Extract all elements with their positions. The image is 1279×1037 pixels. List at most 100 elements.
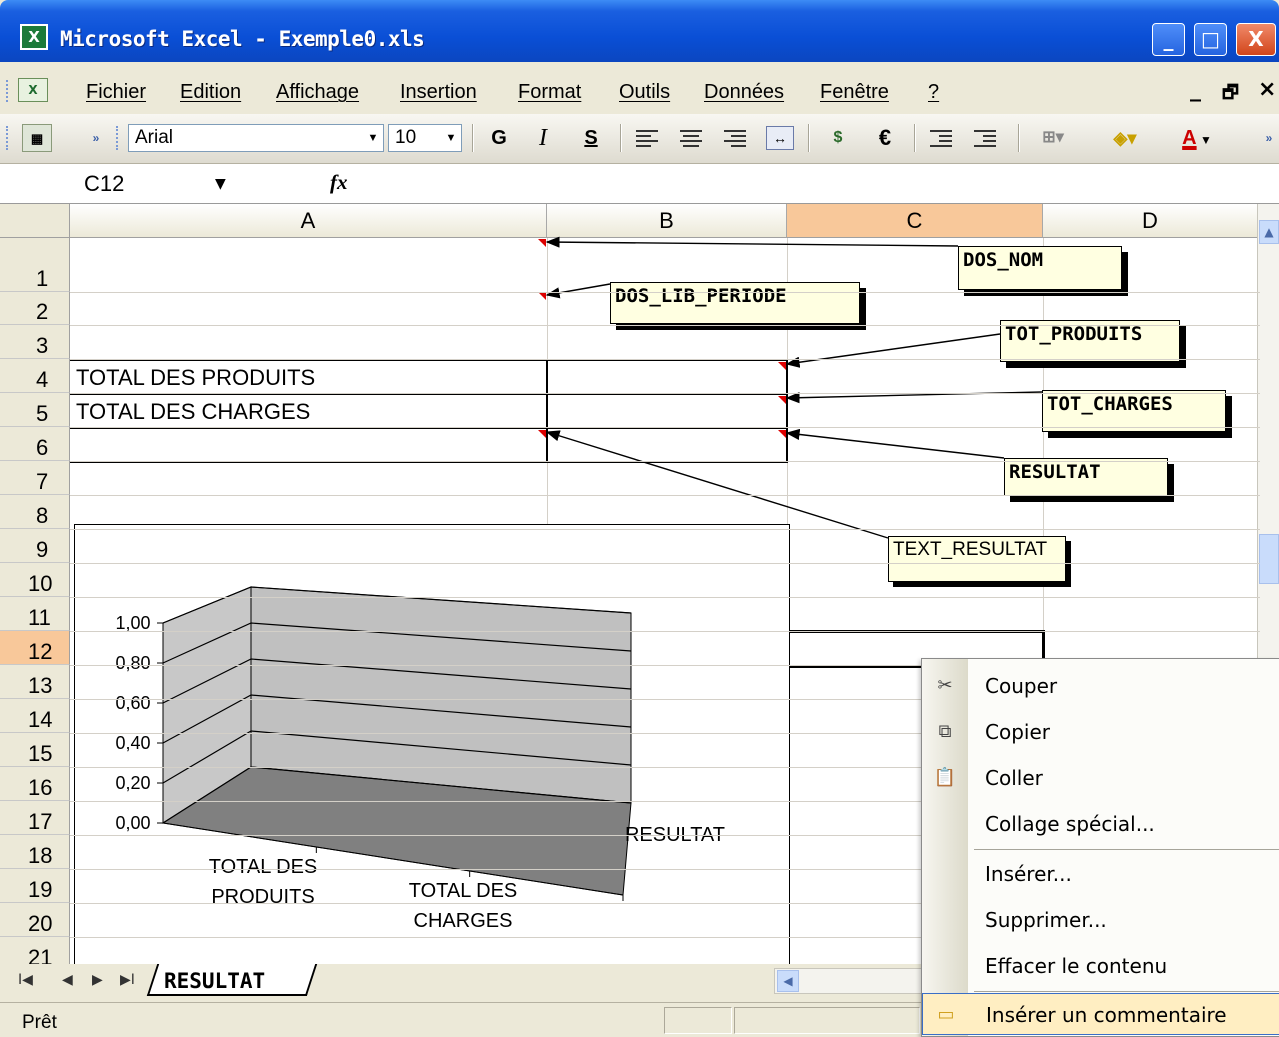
chevron-down-icon[interactable]: ▼ (441, 125, 461, 151)
menu-insertion[interactable]: Insertion (400, 81, 477, 104)
underline-button[interactable]: S (578, 124, 604, 152)
row-header-19[interactable]: 19 (0, 869, 70, 903)
merge-center-icon[interactable]: ↔ (766, 126, 794, 150)
comment-dos-lib-periode[interactable]: DOS_LIB_PERIODE (610, 282, 860, 324)
chevron-down-icon[interactable]: ▼ (1197, 133, 1212, 147)
menu-help[interactable]: ? (928, 81, 939, 104)
row-header-11[interactable]: 11 (0, 597, 70, 631)
menu-item-coller[interactable]: 📋 Coller (922, 755, 1279, 801)
borders-icon[interactable]: ⊞▾ (1036, 124, 1070, 152)
menu-fenetre[interactable]: Fenêtre (820, 81, 889, 104)
align-left-icon[interactable] (636, 127, 658, 149)
row-header-15[interactable]: 15 (0, 733, 70, 767)
scroll-left-icon[interactable]: ◀ (777, 970, 799, 992)
row-header-10[interactable]: 10 (0, 563, 70, 597)
menu-outils[interactable]: Outils (619, 81, 670, 104)
doc-restore-button[interactable]: 🗗 (1222, 80, 1239, 110)
y-tick-label: 1,00 (115, 613, 150, 633)
row-header-18[interactable]: 18 (0, 835, 70, 869)
fill-color-icon[interactable]: ◈▾ (1100, 124, 1150, 152)
horizontal-scrollbar[interactable]: ◀ (774, 968, 934, 994)
menu-item-label: Couper (985, 674, 1058, 698)
menu-edition[interactable]: Edition (180, 81, 241, 104)
euro-button[interactable]: € (872, 124, 898, 152)
bold-button[interactable]: G (486, 124, 512, 152)
italic-button[interactable]: I (530, 124, 556, 152)
paste-icon: 📋 (933, 767, 957, 788)
formula-input[interactable] (370, 172, 1250, 196)
row-header-5[interactable]: 5 (0, 393, 70, 427)
prev-sheet-icon[interactable]: ◀ (62, 972, 73, 988)
toolbar-separator (1018, 124, 1020, 152)
font-size-value: 10 (395, 127, 417, 148)
menu-item-collage-special[interactable]: Collage spécial... (922, 801, 1279, 847)
chart-canvas: 1,00 0,80 0,60 0,40 0,20 0,00 TOTAL DES PRODUIT… (115, 586, 725, 932)
excel-app-icon[interactable]: X (20, 24, 48, 50)
menu-item-supprimer[interactable]: Supprimer... (922, 897, 1279, 943)
comment-dos-nom[interactable]: DOS_NOM (958, 246, 1122, 290)
close-button[interactable]: X (1236, 23, 1276, 56)
menu-item-label: Effacer le contenu (985, 954, 1168, 978)
first-sheet-icon[interactable]: I◀ (18, 972, 33, 988)
row-header-20[interactable]: 20 (0, 903, 70, 937)
toolbar-overflow-icon[interactable]: » (1262, 124, 1276, 152)
row-header-14[interactable]: 14 (0, 699, 70, 733)
comment-tot-produits[interactable]: TOT_PRODUITS (1000, 320, 1180, 362)
last-sheet-icon[interactable]: ▶I (120, 972, 135, 988)
maximize-button[interactable]: □ (1194, 23, 1227, 56)
currency-format-icon[interactable]: $ (822, 124, 854, 152)
row-header-4[interactable]: 4 (0, 359, 70, 393)
row-header-17[interactable]: 17 (0, 801, 70, 835)
status-text: Prêt (22, 1012, 57, 1033)
scroll-up-icon[interactable]: ▲ (1259, 220, 1279, 244)
menu-format[interactable]: Format (518, 81, 581, 104)
document-icon[interactable]: X (18, 78, 48, 102)
toolbar-options-icon[interactable]: ▦ (22, 124, 52, 152)
comment-tot-charges[interactable]: TOT_CHARGES (1042, 390, 1226, 432)
menu-item-effacer-contenu[interactable]: Effacer le contenu (922, 943, 1279, 989)
row-header-12[interactable]: 12 (0, 631, 70, 665)
row-header-16[interactable]: 16 (0, 767, 70, 801)
sheet-tab-resultat[interactable]: RESULTAT (164, 969, 265, 993)
toolbar-grip[interactable] (6, 126, 10, 150)
toolbar-overflow-icon[interactable]: » (88, 124, 104, 152)
chart-object[interactable]: 1,00 0,80 0,60 0,40 0,20 0,00 TOTAL DES PRODUIT… (74, 524, 790, 998)
font-size-select[interactable]: 10 ▼ (388, 124, 462, 152)
menu-grip[interactable] (6, 80, 10, 102)
name-box[interactable]: C12 (18, 168, 248, 200)
menu-item-couper[interactable]: ✂ Couper (922, 663, 1279, 709)
row-header-9[interactable]: 9 (0, 529, 70, 563)
menu-item-inserer[interactable]: Insérer... (922, 851, 1279, 897)
row-header-1[interactable]: 1 (0, 238, 70, 292)
row-header-7[interactable]: 7 (0, 461, 70, 495)
align-right-icon[interactable] (724, 127, 746, 149)
align-center-icon[interactable] (680, 127, 702, 149)
menu-fichier[interactable]: Fichier (86, 81, 146, 104)
menu-item-inserer-commentaire[interactable]: ▭ Insérer un commentaire (922, 993, 1279, 1035)
chevron-down-icon[interactable]: ▼ (363, 125, 383, 151)
chevron-down-icon[interactable]: ▼ (215, 176, 226, 192)
increase-indent-icon[interactable] (974, 127, 996, 149)
doc-close-button[interactable]: × (1258, 77, 1276, 102)
row-header-2[interactable]: 2 (0, 292, 70, 325)
comment-text-resultat[interactable]: TEXT_RESULTAT (888, 536, 1066, 582)
row-header-3[interactable]: 3 (0, 325, 70, 359)
menu-item-copier[interactable]: ⧉ Copier (922, 709, 1279, 755)
font-color-icon[interactable]: A ▼ (1172, 124, 1222, 152)
font-name-select[interactable]: Arial ▼ (128, 124, 384, 152)
comment-resultat[interactable]: RESULTAT (1004, 458, 1168, 496)
row-header-13[interactable]: 13 (0, 665, 70, 699)
menu-donnees[interactable]: Données (704, 81, 784, 104)
row-header-8[interactable]: 8 (0, 495, 70, 529)
menu-item-label: Insérer un commentaire (986, 1003, 1227, 1027)
next-sheet-icon[interactable]: ▶ (92, 972, 103, 988)
toolbar-grip-2[interactable] (116, 126, 120, 150)
window-title: Microsoft Excel - Exemple0.xls (60, 27, 425, 51)
menu-affichage[interactable]: Affichage (276, 81, 359, 104)
decrease-indent-icon[interactable] (930, 127, 952, 149)
insert-function-icon[interactable]: fx (330, 170, 348, 195)
scroll-thumb[interactable] (1259, 534, 1279, 584)
row-header-6[interactable]: 6 (0, 427, 70, 461)
minimize-button[interactable]: _ (1152, 23, 1185, 56)
doc-minimize-button[interactable]: _ (1190, 77, 1201, 102)
